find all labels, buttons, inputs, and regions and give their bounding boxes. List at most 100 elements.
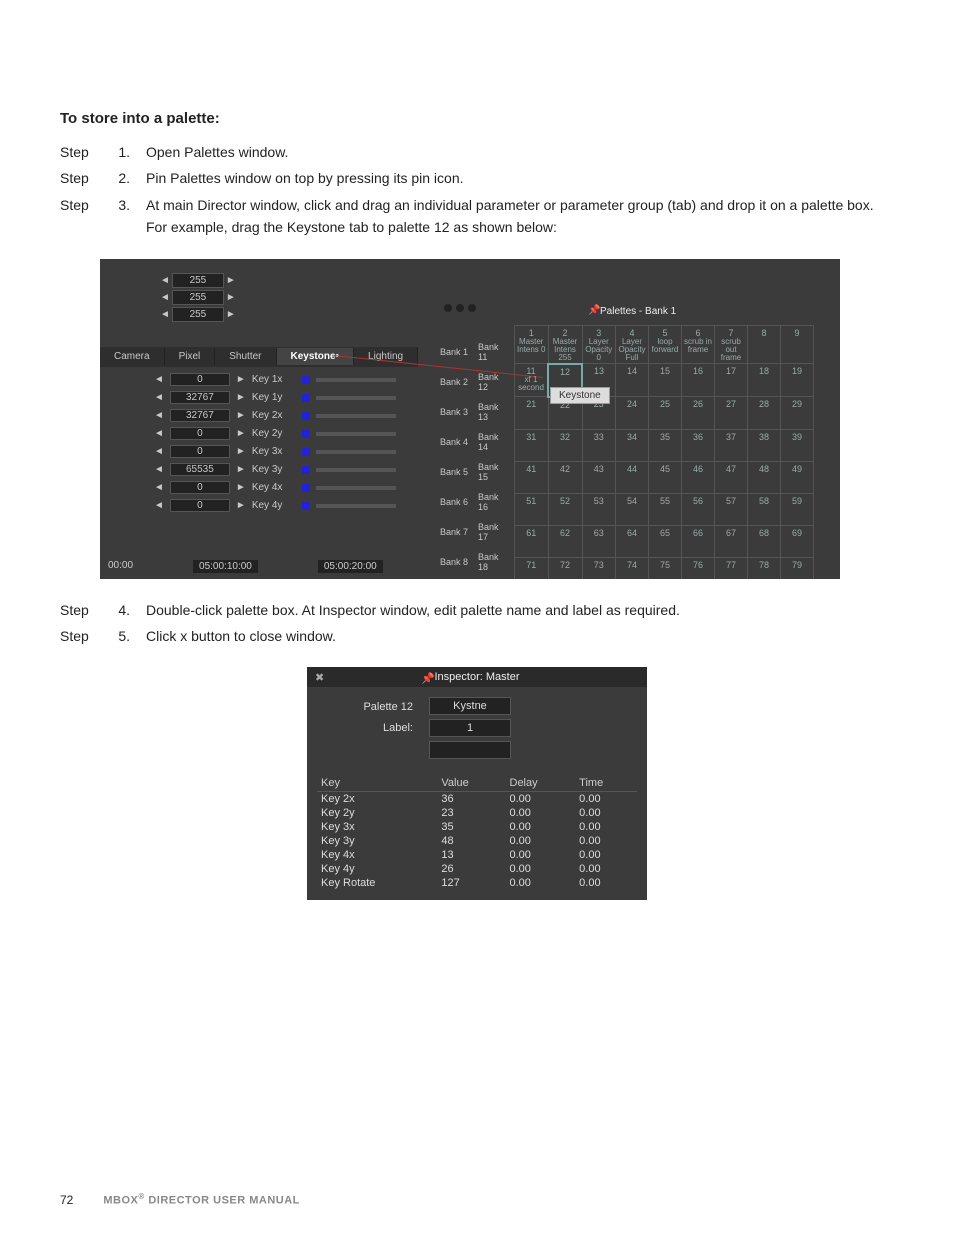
palette-cell[interactable]: 55 [649,493,682,525]
palette-cell[interactable]: 71 [515,557,549,579]
palette-cell[interactable]: 68 [748,525,781,557]
palette-cell[interactable]: 52 [548,493,582,525]
palette-cell[interactable]: 63 [582,525,616,557]
table-row[interactable]: Key 3x350.000.00 [317,820,637,834]
palette-cell[interactable]: 6scrub in frame [682,325,715,364]
palette-cell[interactable]: 56 [682,493,715,525]
palette-cell[interactable]: 46 [682,461,715,493]
palette-cell[interactable]: 29 [781,397,814,430]
tab-camera[interactable]: Camera [100,348,165,365]
spinner[interactable]: ◄255► [160,290,236,305]
palette-cell[interactable]: 8 [748,325,781,364]
key-row[interactable]: ◄32767► Key 2x [154,407,396,425]
palette-cell[interactable]: 31 [515,429,549,461]
palette-cell[interactable]: 45 [649,461,682,493]
palette-cell[interactable]: 41 [515,461,549,493]
bank-row[interactable]: Bank 1Bank 11 [440,337,510,367]
bank-row[interactable]: Bank 5Bank 15 [440,457,510,487]
palette-cell[interactable]: 3Layer Opacity 0 [582,325,616,364]
palette-cell[interactable]: 1Master Intens 0 [515,325,549,364]
palette-cell[interactable]: 42 [548,461,582,493]
palette-cell[interactable]: 37 [715,429,748,461]
palette-cell[interactable]: 27 [715,397,748,430]
close-icon[interactable]: ✖ [315,671,324,684]
pin-icon[interactable]: 📌 [421,672,435,685]
palette-cell[interactable]: 61 [515,525,549,557]
window-traffic-lights[interactable] [444,304,476,312]
palette-cell[interactable]: 74 [616,557,649,579]
palette-cell[interactable]: 65 [649,525,682,557]
palette-cell[interactable]: 47 [715,461,748,493]
palette-cell[interactable]: 24 [616,397,649,430]
key-row[interactable]: ◄0► Key 4y [154,497,396,515]
zoom-icon[interactable] [468,304,476,312]
table-row[interactable]: Key 2x360.000.00 [317,792,637,807]
spinner[interactable]: ◄255► [160,307,236,322]
key-row[interactable]: ◄0► Key 1x [154,371,396,389]
palette-cell[interactable]: 79 [781,557,814,579]
palette-label-input[interactable]: 1 [429,719,511,737]
palette-cell[interactable]: 44 [616,461,649,493]
palette-cell[interactable]: 19 [781,364,814,397]
close-icon[interactable] [444,304,452,312]
palette-cell[interactable]: 43 [582,461,616,493]
palette-cell[interactable]: 73 [582,557,616,579]
pin-icon[interactable]: 📌 [588,305,600,316]
tab-pixel[interactable]: Pixel [165,348,216,365]
palette-cell[interactable]: 54 [616,493,649,525]
palette-cell[interactable]: 49 [781,461,814,493]
tab-shutter[interactable]: Shutter [215,348,276,365]
palette-cell[interactable]: 59 [781,493,814,525]
palette-cell[interactable]: 33 [582,429,616,461]
palette-cell[interactable]: 34 [616,429,649,461]
palette-cell[interactable]: 28 [748,397,781,430]
key-row[interactable]: ◄32767► Key 1y [154,389,396,407]
palette-cell[interactable]: 7scrub out frame [715,325,748,364]
palette-cell[interactable]: 4Layer Opacity Full [616,325,649,364]
palette-cell[interactable]: 21 [515,397,549,430]
palette-cell[interactable]: 17 [715,364,748,397]
palette-cell[interactable]: 14 [616,364,649,397]
bank-row[interactable]: Bank 6Bank 16 [440,487,510,517]
palette-cell[interactable]: 15 [649,364,682,397]
palette-cell[interactable]: 72 [548,557,582,579]
table-row[interactable]: Key 2y230.000.00 [317,806,637,820]
table-row[interactable]: Key 4x130.000.00 [317,848,637,862]
palette-cell[interactable]: 78 [748,557,781,579]
palette-cell[interactable]: 18 [748,364,781,397]
table-row[interactable]: Key 3y480.000.00 [317,834,637,848]
palette-cell[interactable]: 69 [781,525,814,557]
palette-cell[interactable]: 26 [682,397,715,430]
key-row[interactable]: ◄0► Key 4x [154,479,396,497]
palette-cell[interactable]: 11xf 1 second [515,364,549,397]
palette-cell[interactable]: 5loop forward [649,325,682,364]
palette-name-input[interactable]: Kystne [429,697,511,715]
bank-row[interactable]: Bank 8Bank 18 [440,547,510,577]
palette-cell[interactable]: 9 [781,325,814,364]
bank-row[interactable]: Bank 7Bank 17 [440,517,510,547]
palette-cell[interactable]: 32 [548,429,582,461]
palette-cell[interactable]: 51 [515,493,549,525]
palette-cell[interactable]: 35 [649,429,682,461]
palette-cell[interactable]: 48 [748,461,781,493]
spinner[interactable]: ◄255► [160,273,236,288]
palette-cell[interactable]: 67 [715,525,748,557]
palette-cell[interactable]: 16 [682,364,715,397]
palette-cell[interactable]: 2Master Intens 255 [548,325,582,364]
palette-cell[interactable]: 25 [649,397,682,430]
table-row[interactable]: Key 4y260.000.00 [317,862,637,876]
palette-cell[interactable]: 76 [682,557,715,579]
palette-cell[interactable]: 58 [748,493,781,525]
palette-cell[interactable]: 75 [649,557,682,579]
palette-cell[interactable]: 77 [715,557,748,579]
bank-row[interactable]: Bank 4Bank 14 [440,427,510,457]
key-row[interactable]: ◄0► Key 2y [154,425,396,443]
palette-cell[interactable]: 57 [715,493,748,525]
bank-row[interactable]: Bank 3Bank 13 [440,397,510,427]
table-row[interactable]: Key Rotate1270.000.00 [317,876,637,890]
palette-cell[interactable]: 53 [582,493,616,525]
palette-extra-input[interactable] [429,741,511,759]
palette-cell[interactable]: 39 [781,429,814,461]
key-row[interactable]: ◄0► Key 3x [154,443,396,461]
palette-cell[interactable]: 62 [548,525,582,557]
